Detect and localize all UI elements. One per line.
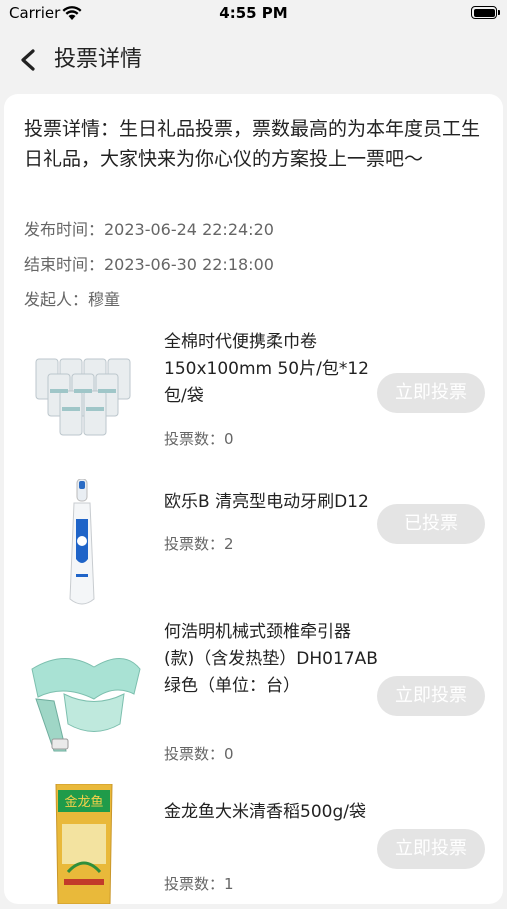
list-item: 何浩明机械式颈椎牵引器(款)（含发热垫）DH017AB绿色（单位：台） 投票数：… — [4, 619, 503, 779]
item-name: 金龙鱼大米清香稻500g/袋 — [164, 802, 366, 822]
vote-description: 投票详情：生日礼品投票，票数最高的为本年度员工生日礼品，大家快来为你心仪的方案投… — [24, 118, 481, 170]
battery-icon — [471, 6, 500, 19]
vote-detail-card: 投票详情：生日礼品投票，票数最高的为本年度员工生日礼品，大家快来为你心仪的方案投… — [4, 94, 503, 904]
svg-text:金龙鱼: 金龙鱼 — [64, 794, 103, 810]
vote-now-button[interactable]: 立即投票 — [377, 373, 485, 413]
vote-count: 投票数：1 — [164, 875, 234, 893]
list-item: 全棉时代便携柔巾卷150x100mm 50片/包*12包/袋 投票数：0 立即投… — [4, 329, 503, 454]
end-time: 结束时间：2023-06-30 22:18:00 — [24, 255, 274, 274]
vote-count: 投票数：0 — [164, 430, 234, 448]
item-name: 何浩明机械式颈椎牵引器(款)（含发热垫）DH017AB绿色（单位：台） — [164, 622, 378, 696]
toothbrush-image — [69, 479, 95, 605]
initiator: 发起人：穆童 — [24, 290, 121, 309]
rice-bag-image: 金龙鱼 — [55, 784, 113, 904]
page-title: 投票详情 — [54, 47, 143, 72]
neck-traction-device-image — [31, 658, 141, 752]
vote-now-button[interactable]: 立即投票 — [377, 676, 485, 716]
list-item: 金龙鱼 金龙鱼大米清香稻500g/袋 投票数：1 立即投票 — [4, 784, 503, 909]
navigation-bar: 投票详情 — [0, 30, 507, 92]
item-name: 欧乐B 清亮型电动牙刷D12 — [164, 492, 369, 512]
status-bar: Carrier 4:55 PM — [0, 0, 507, 30]
item-name: 全棉时代便携柔巾卷150x100mm 50片/包*12包/袋 — [164, 332, 369, 406]
clock: 4:55 PM — [219, 4, 288, 22]
tissue-roll-image — [35, 358, 131, 436]
voted-button[interactable]: 已投票 — [377, 504, 485, 544]
publish-time: 发布时间：2023-06-24 22:24:20 — [24, 220, 274, 239]
back-button[interactable] — [16, 45, 44, 75]
list-item: 欧乐B 清亮型电动牙刷D12 投票数：2 已投票 — [4, 474, 503, 605]
vote-count: 投票数：2 — [164, 535, 234, 553]
vote-count: 投票数：0 — [164, 745, 234, 763]
vote-now-button[interactable]: 立即投票 — [377, 829, 485, 869]
